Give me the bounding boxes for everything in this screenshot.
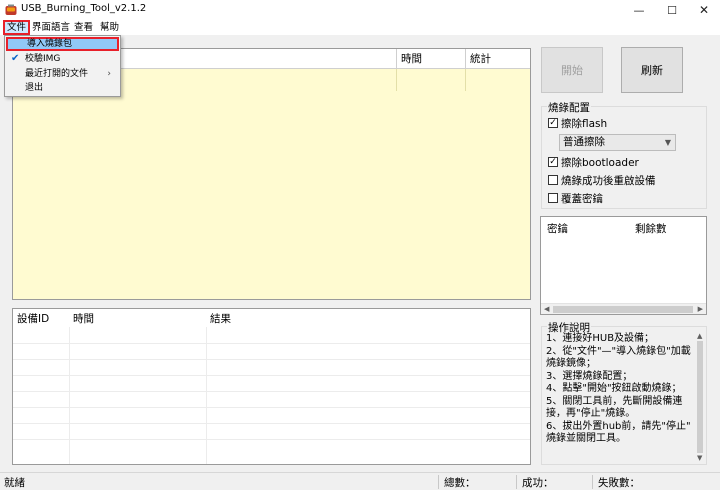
result-column-header[interactable]: 結果 bbox=[206, 311, 526, 327]
checkbox-label: 擦除bootloader bbox=[561, 156, 639, 169]
app-icon bbox=[5, 4, 17, 15]
erase-mode-select[interactable]: 普通擦除 ▼ bbox=[559, 134, 676, 151]
select-value: 普通擦除 bbox=[563, 136, 605, 148]
close-icon[interactable]: ✕ bbox=[689, 0, 719, 20]
status-bar: 就緒 總數： 成功： 失敗數： bbox=[0, 472, 720, 490]
grid-line bbox=[13, 391, 530, 392]
checkbox-checked-icon: ✓ bbox=[548, 118, 558, 128]
scroll-right-icon[interactable]: ▶ bbox=[698, 304, 703, 315]
instruction-line: 5、關閉工具前，先斷開設備連 bbox=[546, 395, 683, 407]
instruction-line: 4、點擊"開始"按鈕啟動燒錄； bbox=[546, 383, 682, 394]
time-column-header[interactable]: 時間 bbox=[396, 49, 465, 69]
vertical-scrollbar[interactable]: ▲ ▼ bbox=[694, 331, 706, 464]
checkbox-unchecked-icon bbox=[548, 175, 558, 185]
checkbox-label: 覆蓋密鑰 bbox=[561, 192, 603, 205]
menu-item-label: 導入燒錄包 bbox=[27, 39, 73, 49]
grid-line bbox=[13, 439, 530, 440]
grid-line bbox=[69, 327, 70, 464]
scroll-down-icon[interactable]: ▼ bbox=[697, 453, 702, 464]
menu-item-import-package[interactable]: 導入燒錄包 bbox=[6, 37, 119, 51]
grid-line bbox=[13, 423, 530, 424]
key-column-header[interactable]: 密鑰 bbox=[547, 221, 568, 236]
scroll-left-icon[interactable]: ◀ bbox=[544, 304, 549, 315]
stats-column-header[interactable]: 統計 bbox=[465, 49, 530, 69]
grid-line bbox=[13, 343, 530, 344]
checkbox-label: 燒錄成功後重啟設備 bbox=[561, 174, 656, 187]
checkbox-unchecked-icon bbox=[548, 193, 558, 203]
menu-view[interactable]: 查看 bbox=[73, 20, 94, 35]
instruction-line: 2、從"文件"—"導入燒錄包"加載 bbox=[546, 345, 691, 357]
key-list[interactable]: 密鑰 剩餘數 ◀ ▶ bbox=[540, 216, 707, 315]
start-button[interactable]: 開始 bbox=[541, 47, 603, 93]
time-column-header[interactable]: 時間 bbox=[69, 311, 206, 327]
menu-item-exit[interactable]: 退出 bbox=[6, 81, 119, 95]
instructions-group: 操作說明 1、連接好HUB及設備； 2、從"文件"—"導入燒錄包"加載 燒錄鏡像… bbox=[541, 320, 707, 465]
check-icon: ✔ bbox=[11, 53, 20, 64]
fail-count-label: 失敗數： bbox=[598, 477, 640, 489]
scrollbar-thumb[interactable] bbox=[553, 306, 693, 313]
erase-flash-checkbox[interactable]: ✓ 擦除flash bbox=[548, 116, 607, 130]
file-dropdown-menu: 導入燒錄包 ✔ 校驗IMG 最近打開的文件 › 退出 bbox=[4, 35, 121, 97]
menu-language[interactable]: 界面語言 bbox=[31, 20, 71, 35]
grid-line bbox=[13, 375, 530, 376]
checkbox-checked-icon: ✓ bbox=[548, 157, 558, 167]
overwrite-key-checkbox[interactable]: 覆蓋密鑰 bbox=[548, 191, 603, 205]
instruction-line: 3、選擇燒錄配置； bbox=[546, 370, 633, 382]
divider bbox=[592, 475, 593, 489]
grid-line bbox=[13, 359, 530, 360]
title-bar: USB_Burning_Tool_v2.1.2 — ☐ ✕ bbox=[0, 0, 720, 20]
divider bbox=[438, 475, 439, 489]
log-table[interactable]: 設備ID 時間 結果 bbox=[12, 308, 531, 465]
menu-item-label: 退出 bbox=[25, 83, 44, 93]
burn-config-group: 燒錄配置 ✓ 擦除flash 普通擦除 ▼ ✓ 擦除bootloader 燒錄成… bbox=[541, 100, 707, 209]
minimize-icon[interactable]: — bbox=[624, 0, 654, 20]
reboot-after-success-checkbox[interactable]: 燒錄成功後重啟設備 bbox=[548, 173, 656, 187]
refresh-button[interactable]: 刷新 bbox=[621, 47, 683, 93]
grid-line bbox=[396, 69, 397, 91]
total-count-label: 總數： bbox=[444, 477, 476, 489]
chevron-down-icon: ▼ bbox=[664, 138, 671, 147]
instruction-line: 接，再"停止"燒錄。 bbox=[546, 408, 636, 419]
menu-item-label: 校驗IMG bbox=[25, 54, 61, 64]
instruction-line: 燒錄並關閉工具。 bbox=[546, 433, 626, 444]
erase-bootloader-checkbox[interactable]: ✓ 擦除bootloader bbox=[548, 155, 639, 169]
menu-item-label: 最近打開的文件 bbox=[25, 69, 89, 79]
remaining-column-header[interactable]: 剩餘數 bbox=[635, 221, 667, 236]
grid-line bbox=[206, 327, 207, 464]
divider bbox=[516, 475, 517, 489]
instructions-text: 1、連接好HUB及設備； 2、從"文件"—"導入燒錄包"加載 燒錄鏡像； 3、選… bbox=[546, 333, 692, 446]
device-id-column-header[interactable]: 設備ID bbox=[13, 311, 69, 327]
menu-file[interactable]: 文件 bbox=[3, 20, 31, 35]
grid-line bbox=[465, 69, 466, 91]
status-text: 就緒 bbox=[4, 477, 25, 489]
instruction-line: 1、連接好HUB及設備； bbox=[546, 333, 655, 344]
grid-line bbox=[13, 407, 530, 408]
scrollbar-thumb[interactable] bbox=[697, 341, 703, 453]
horizontal-scrollbar[interactable]: ◀ ▶ bbox=[541, 303, 706, 314]
instruction-line: 6、拔出外置hub前，請先"停止" bbox=[546, 420, 691, 432]
group-title: 燒錄配置 bbox=[547, 100, 591, 115]
menu-item-recent-files[interactable]: 最近打開的文件 › bbox=[6, 67, 119, 81]
checkbox-label: 擦除flash bbox=[561, 117, 608, 130]
success-count-label: 成功： bbox=[522, 477, 554, 489]
maximize-icon[interactable]: ☐ bbox=[657, 0, 687, 20]
menu-item-verify-img[interactable]: ✔ 校驗IMG bbox=[6, 52, 119, 66]
menu-help[interactable]: 幫助 bbox=[99, 20, 120, 35]
window-title: USB_Burning_Tool_v2.1.2 bbox=[21, 3, 147, 14]
chevron-right-icon: › bbox=[107, 69, 111, 79]
menu-bar: 文件 界面語言 查看 幫助 bbox=[0, 20, 720, 35]
instruction-line: 燒錄鏡像； bbox=[546, 358, 596, 369]
